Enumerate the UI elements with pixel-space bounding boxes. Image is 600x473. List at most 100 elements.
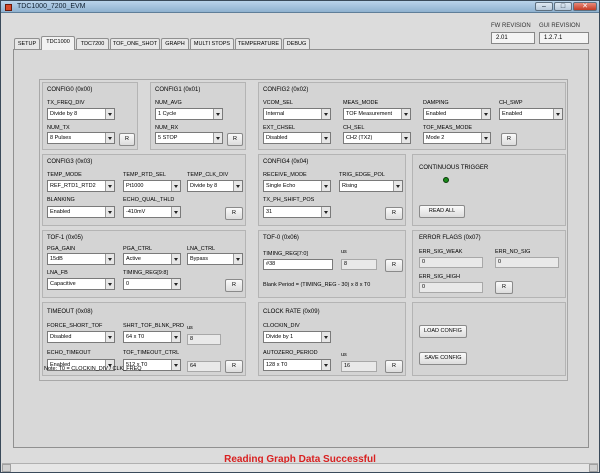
tof0-title: TOF-0 (0x06)	[263, 235, 299, 241]
config0-read-button[interactable]: R	[119, 133, 135, 146]
fw-revision-value: 2.01	[491, 32, 535, 44]
timeout-read-button[interactable]: R	[225, 360, 243, 373]
fw-revision-label: FW REVISION	[491, 23, 531, 29]
pga-gain-select[interactable]: 15dB	[47, 253, 115, 265]
config3-title: CONFIG3 (0x03)	[47, 159, 93, 165]
echo-qual-thld-value: -410mV	[126, 209, 146, 215]
ch-sel-select[interactable]: CH2 (TX2)	[343, 132, 411, 144]
continuous-trigger-panel: CONTINUOUS TRIGGER READ ALL	[412, 154, 566, 226]
chevron-down-icon	[321, 181, 330, 191]
ch-swp-select[interactable]: Enabled	[499, 108, 563, 120]
ch-swp-label: CH_SWP	[499, 100, 523, 106]
config-file-panel: LOAD CONFIG SAVE CONFIG	[412, 302, 566, 376]
tof1-panel: TOF-1 (0x05) PGA_GAIN 15dB PGA_CTRL Acti…	[42, 230, 246, 298]
tab-temperature[interactable]: TEMPERATURE	[235, 38, 282, 49]
chevron-down-icon	[105, 279, 114, 289]
lna-fb-select[interactable]: Capacitive	[47, 278, 115, 290]
chevron-down-icon	[401, 109, 410, 119]
lna-fb-value: Capacitive	[50, 281, 76, 287]
horizontal-scrollbar[interactable]	[2, 463, 598, 472]
tab-graph[interactable]: GRAPH	[161, 38, 189, 49]
lna-ctrl-select[interactable]: Bypass	[187, 253, 243, 265]
scroll-left-icon[interactable]	[2, 464, 11, 472]
chevron-down-icon	[321, 332, 330, 342]
short-tof-blnk-prd-select[interactable]: 64 x T0	[123, 331, 181, 343]
tx-freq-div-select[interactable]: Divide by 8	[47, 108, 115, 120]
clock-rate-read-button[interactable]: R	[385, 360, 403, 373]
damping-value: Enabled	[426, 111, 447, 117]
read-all-button[interactable]: READ ALL	[419, 205, 465, 218]
num-avg-value: 1 Cycle	[158, 111, 177, 117]
tof0-read-button[interactable]: R	[385, 259, 403, 272]
receive-mode-select[interactable]: Single Echo	[263, 180, 331, 192]
chevron-down-icon	[401, 133, 410, 143]
save-config-button[interactable]: SAVE CONFIG	[419, 352, 467, 365]
tof0-panel: TOF-0 (0x06) TIMING_REG[7:0] us #38 8 R …	[258, 230, 406, 298]
temp-mode-select[interactable]: REF_RTD1_RTD2	[47, 180, 115, 192]
num-tx-select[interactable]: 8 Pulses	[47, 132, 115, 144]
err-sig-weak-label: ERR_SIG_WEAK	[419, 249, 463, 255]
error-flags-panel: ERROR FLAGS (0x07) ERR_SIG_WEAK 0 ERR_NO…	[412, 230, 566, 298]
err-sig-high-label: ERR_SIG_HIGH	[419, 274, 460, 280]
tab-tdc7200[interactable]: TDC7200	[76, 38, 109, 49]
chevron-down-icon	[171, 254, 180, 264]
scroll-right-icon[interactable]	[589, 464, 598, 472]
config1-read-button[interactable]: R	[227, 133, 243, 146]
tof1-read-button[interactable]: R	[225, 279, 243, 292]
app-window: TDC1000_7200_EVM – □ ✕ FW REVISION 2.01 …	[0, 0, 600, 473]
trig-edge-pol-select[interactable]: Rising	[339, 180, 403, 192]
tab-tdc1000[interactable]: TDC1000	[41, 36, 75, 50]
autozero-period-label: AUTOZERO_PERIOD	[263, 350, 318, 356]
temp-mode-value: REF_RTD1_RTD2	[50, 183, 96, 189]
timeout-us-value-2: 64	[187, 361, 221, 372]
temp-clk-div-select[interactable]: Divide by 8	[187, 180, 243, 192]
minimize-button[interactable]: –	[535, 2, 553, 11]
clock-rate-panel: CLOCK RATE (0x09) CLOCKIN_DIV Divide by …	[258, 302, 406, 376]
config2-read-button[interactable]: R	[501, 133, 517, 146]
num-tx-label: NUM_TX	[47, 125, 70, 131]
temp-rtd-sel-select[interactable]: Pt1000	[123, 180, 181, 192]
blanking-select[interactable]: Enabled	[47, 206, 115, 218]
timing-reg-70-input[interactable]: #38	[263, 259, 333, 270]
chevron-down-icon	[553, 109, 562, 119]
num-tx-value: 8 Pulses	[50, 135, 72, 141]
meas-mode-select[interactable]: TOF Measurement	[343, 108, 411, 120]
num-rx-select[interactable]: 5 STOP	[155, 132, 223, 144]
tx-ph-shift-pos-select[interactable]: 31	[263, 206, 331, 218]
config3-panel: CONFIG3 (0x03) TEMP_MODE REF_RTD1_RTD2 T…	[42, 154, 246, 226]
damping-select[interactable]: Enabled	[423, 108, 491, 120]
tab-tof-one-shot[interactable]: TOF_ONE_SHOT	[110, 38, 160, 49]
config3-read-button[interactable]: R	[225, 207, 243, 220]
autozero-period-select[interactable]: 128 x T0	[263, 359, 331, 371]
clockin-div-label: CLOCKIN_DIV	[263, 323, 300, 329]
force-short-tof-select[interactable]: Disabled	[47, 331, 115, 343]
error-flags-read-button[interactable]: R	[495, 281, 513, 294]
tab-multi-stops[interactable]: MULTI STOPS	[190, 38, 234, 49]
title-bar: TDC1000_7200_EVM – □ ✕	[1, 1, 599, 13]
ext-chsel-select[interactable]: Disabled	[263, 132, 331, 144]
tab-debug[interactable]: DEBUG	[283, 38, 310, 49]
clockin-div-select[interactable]: Divide by 1	[263, 331, 331, 343]
tof-meas-mode-select[interactable]: Mode 2	[423, 132, 491, 144]
blanking-label: BLANKING	[47, 197, 75, 203]
short-tof-blnk-prd-value: 64 x T0	[126, 334, 145, 340]
continuous-trigger-title: CONTINUOUS TRIGGER	[419, 165, 489, 171]
maximize-button[interactable]: □	[554, 2, 572, 11]
timing-reg-98-select[interactable]: 0	[123, 278, 181, 290]
tab-setup[interactable]: SETUP	[14, 38, 40, 49]
trig-edge-pol-label: TRIG_EDGE_POL	[339, 172, 385, 178]
num-avg-select[interactable]: 1 Cycle	[155, 108, 223, 120]
load-config-button[interactable]: LOAD CONFIG	[419, 325, 467, 338]
lna-fb-label: LNA_FB	[47, 270, 68, 276]
close-button[interactable]: ✕	[573, 2, 597, 11]
clock-rate-us-label: us	[341, 352, 347, 358]
force-short-tof-value: Disabled	[50, 334, 72, 340]
meas-mode-label: MEAS_MODE	[343, 100, 379, 106]
chevron-down-icon	[321, 109, 330, 119]
config4-read-button[interactable]: R	[385, 207, 403, 220]
vcom-sel-select[interactable]: Internal	[263, 108, 331, 120]
pga-ctrl-select[interactable]: Active	[123, 253, 181, 265]
trigger-led-icon[interactable]	[443, 177, 449, 183]
force-short-tof-label: FORCE_SHORT_TOF	[47, 323, 103, 329]
echo-qual-thld-select[interactable]: -410mV	[123, 206, 181, 218]
